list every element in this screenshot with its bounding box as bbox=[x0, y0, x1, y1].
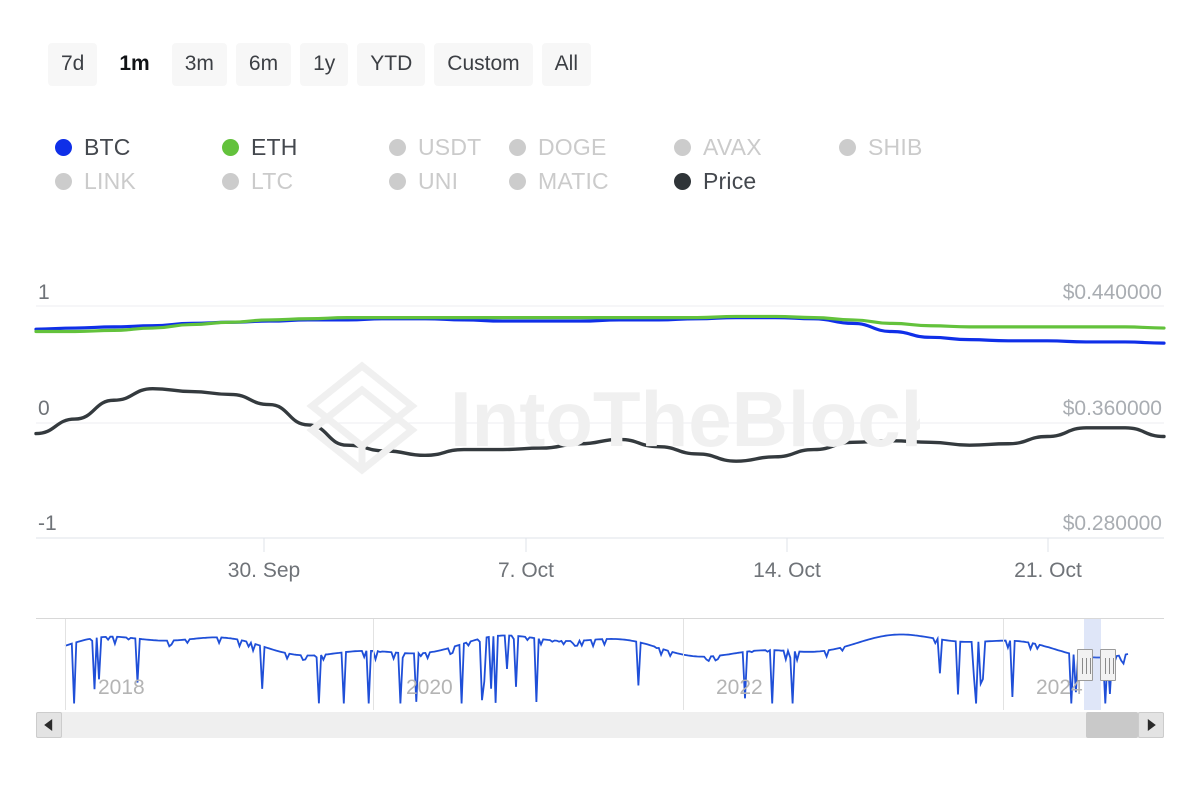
legend-item-ltc[interactable]: LTC bbox=[222, 167, 389, 194]
legend-label-doge: DOGE bbox=[538, 133, 607, 160]
legend-label-matic: MATIC bbox=[538, 167, 609, 194]
scrollbar-thumb[interactable] bbox=[1086, 712, 1138, 738]
x-axis-tick-14-oct: 14. Oct bbox=[753, 559, 821, 582]
legend-dot-doge-icon bbox=[509, 138, 526, 156]
legend-label-uni: UNI bbox=[418, 167, 459, 194]
chart-svg bbox=[34, 305, 1166, 552]
legend-row-1: BTC ETH USDT DOGE AVAX SHIB bbox=[55, 130, 1055, 164]
scroll-right-arrow-icon[interactable] bbox=[1138, 712, 1164, 738]
y-axis-left-tick-0: 0 bbox=[38, 397, 50, 420]
legend-dot-link-icon bbox=[55, 172, 72, 190]
legend-item-matic[interactable]: MATIC bbox=[509, 167, 674, 194]
legend-label-shib: SHIB bbox=[868, 133, 923, 160]
range-button-6m[interactable]: 6m bbox=[235, 42, 292, 86]
legend-dot-btc-icon bbox=[55, 138, 72, 156]
legend-label-avax: AVAX bbox=[703, 133, 762, 160]
x-axis-tick-30-sep: 30. Sep bbox=[227, 559, 301, 582]
legend-dot-price-icon bbox=[674, 172, 691, 190]
range-button-custom[interactable]: Custom bbox=[434, 42, 533, 86]
legend-dot-usdt-icon bbox=[389, 138, 406, 156]
data-series-group bbox=[34, 314, 1166, 463]
legend-label-btc: BTC bbox=[84, 133, 131, 160]
y-axis-left-tick-1: 1 bbox=[38, 281, 50, 304]
scroll-left-arrow-icon[interactable] bbox=[36, 712, 62, 738]
legend-dot-ltc-icon bbox=[222, 172, 239, 190]
y-axis-right-tick-top: $0.440000 bbox=[1062, 281, 1162, 304]
legend-dot-uni-icon bbox=[389, 172, 406, 190]
series-legend: BTC ETH USDT DOGE AVAX SHIB LINK LTC UNI MATIC Pr… bbox=[55, 130, 1055, 198]
range-button-all[interactable]: All bbox=[541, 42, 591, 86]
legend-item-eth[interactable]: ETH bbox=[222, 133, 389, 160]
navigator-svg bbox=[64, 633, 1129, 704]
legend-dot-eth-icon bbox=[222, 138, 239, 156]
legend-dot-avax-icon bbox=[674, 138, 691, 156]
navigator-scrollbar[interactable] bbox=[36, 712, 1164, 738]
legend-item-link[interactable]: LINK bbox=[55, 167, 222, 194]
x-axis-tick-7-oct: 7. Oct bbox=[497, 559, 555, 582]
legend-item-uni[interactable]: UNI bbox=[389, 167, 509, 194]
x-axis-tick-21-oct: 21. Oct bbox=[1014, 559, 1082, 582]
legend-label-ltc: LTC bbox=[251, 167, 294, 194]
range-navigator[interactable]: 2018 2020 2022 2024 bbox=[36, 618, 1164, 710]
legend-item-usdt[interactable]: USDT bbox=[389, 133, 509, 160]
range-button-1m[interactable]: 1m bbox=[106, 42, 163, 86]
legend-label-eth: ETH bbox=[251, 133, 298, 160]
legend-label-link: LINK bbox=[84, 167, 136, 194]
legend-label-usdt: USDT bbox=[418, 133, 482, 160]
crypto-correlation-chart-widget: 7d 1m 3m 6m 1y YTD Custom All BTC ETH USDT DOGE AVA… bbox=[0, 0, 1200, 800]
legend-item-shib[interactable]: SHIB bbox=[839, 133, 989, 160]
legend-dot-matic-icon bbox=[509, 172, 526, 190]
range-selector: 7d 1m 3m 6m 1y YTD Custom All bbox=[48, 42, 591, 86]
navigator-handle-right[interactable] bbox=[1100, 649, 1116, 681]
legend-row-2: LINK LTC UNI MATIC Price bbox=[55, 164, 1055, 198]
legend-item-avax[interactable]: AVAX bbox=[674, 133, 839, 160]
chart-plot-area[interactable]: 1 0 -1 $0.440000 $0.360000 $0.280000 30.… bbox=[0, 270, 1200, 581]
legend-item-price[interactable]: Price bbox=[674, 167, 839, 194]
series-line-price bbox=[34, 386, 1166, 463]
navigator-handle-left[interactable] bbox=[1077, 649, 1093, 681]
series-line-btc bbox=[34, 316, 1166, 345]
legend-item-btc[interactable]: BTC bbox=[55, 133, 222, 160]
range-button-3m[interactable]: 3m bbox=[171, 42, 227, 86]
navigator-series-line bbox=[64, 633, 1129, 704]
range-button-1y[interactable]: 1y bbox=[300, 42, 349, 86]
y-axis-right-tick-bottom: $0.280000 bbox=[1062, 512, 1162, 535]
legend-item-doge[interactable]: DOGE bbox=[509, 133, 674, 160]
legend-dot-shib-icon bbox=[839, 138, 856, 156]
range-button-ytd[interactable]: YTD bbox=[357, 42, 426, 86]
y-axis-right-tick-middle: $0.360000 bbox=[1062, 397, 1162, 420]
series-line-eth bbox=[34, 314, 1166, 334]
x-axis-ticks bbox=[263, 538, 1049, 552]
legend-label-price: Price bbox=[703, 167, 757, 194]
range-button-7d[interactable]: 7d bbox=[48, 42, 98, 86]
y-axis-left-tick-neg1: -1 bbox=[38, 512, 57, 535]
